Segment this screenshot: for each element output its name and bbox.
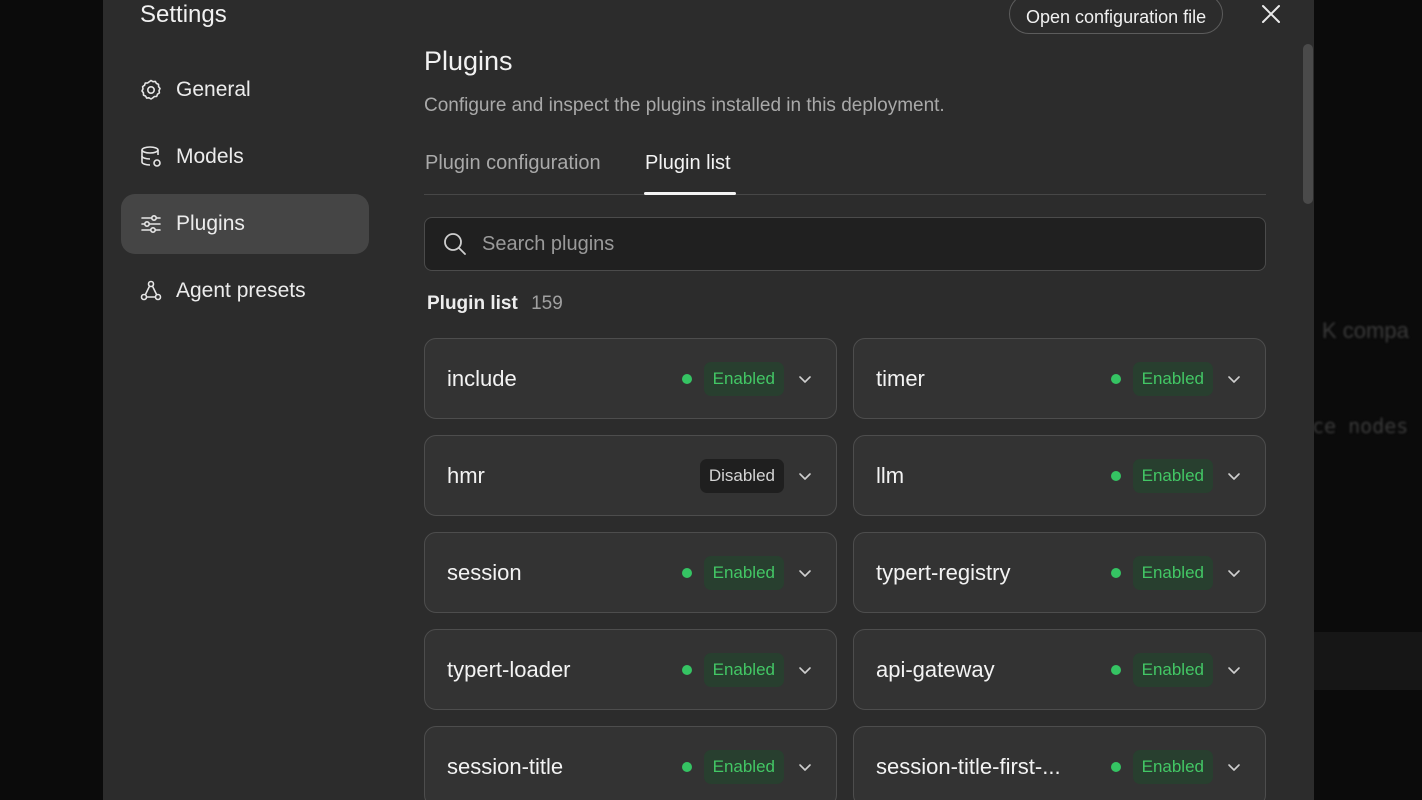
- status-dot: [681, 373, 692, 384]
- sidebar-item-models[interactable]: Models: [121, 127, 369, 187]
- plugin-card[interactable]: timer Enabled: [853, 338, 1266, 419]
- plugin-card[interactable]: include Enabled: [424, 338, 837, 419]
- plugin-count: 159: [531, 293, 563, 314]
- tab-plugin-configuration[interactable]: Plugin configuration: [425, 152, 601, 175]
- plugin-status: Enabled: [1110, 458, 1213, 493]
- status-badge: Disabled: [699, 458, 784, 493]
- plugin-status: Enabled: [1110, 361, 1213, 396]
- plugin-status: Enabled: [1110, 749, 1213, 784]
- chevron-down-icon[interactable]: [796, 467, 814, 485]
- status-badge: Enabled: [703, 652, 784, 687]
- status-badge: Enabled: [1132, 749, 1213, 784]
- close-button[interactable]: [1259, 2, 1283, 26]
- plugin-name: typert-registry: [876, 559, 1011, 585]
- plugin-card[interactable]: typert-loader Enabled: [424, 629, 837, 710]
- database-icon: [139, 145, 163, 169]
- chevron-down-icon[interactable]: [1225, 758, 1243, 776]
- status-dot: [1110, 373, 1121, 384]
- plugin-card[interactable]: session Enabled: [424, 532, 837, 613]
- plugin-status: Enabled: [1110, 652, 1213, 687]
- plugin-status: Enabled: [1110, 555, 1213, 590]
- status-badge: Enabled: [1132, 555, 1213, 590]
- status-badge: Enabled: [1132, 361, 1213, 396]
- gear-icon: [139, 78, 163, 102]
- plugin-name: timer: [876, 365, 925, 391]
- status-dot: [681, 567, 692, 578]
- status-badge: Enabled: [1132, 458, 1213, 493]
- plugin-status: Disabled: [699, 458, 784, 493]
- plugin-status: Enabled: [681, 361, 784, 396]
- plugin-card[interactable]: hmr Disabled: [424, 435, 837, 516]
- tab-bar: Plugin configuration Plugin list: [424, 142, 1266, 195]
- plugin-card[interactable]: typert-registry Enabled: [853, 532, 1266, 613]
- plugin-list-header: Plugin list 159: [427, 293, 563, 315]
- page-title: Plugins: [424, 46, 513, 76]
- settings-modal: Settings Open configuration file General: [103, 0, 1314, 800]
- status-badge: Enabled: [703, 555, 784, 590]
- plugin-name: session-title: [447, 753, 564, 779]
- plugin-card[interactable]: session-title-first-... Enabled: [853, 726, 1266, 800]
- plugin-status: Enabled: [681, 652, 784, 687]
- chevron-down-icon[interactable]: [796, 564, 814, 582]
- tab-plugin-list[interactable]: Plugin list: [645, 152, 731, 175]
- plugin-name: api-gateway: [876, 656, 995, 682]
- plugin-card[interactable]: llm Enabled: [853, 435, 1266, 516]
- chevron-down-icon[interactable]: [1225, 564, 1243, 582]
- sidebar-item-plugins[interactable]: Plugins: [121, 194, 369, 254]
- chevron-down-icon[interactable]: [796, 370, 814, 388]
- close-icon: [1262, 5, 1280, 23]
- agent-nodes-icon: [139, 279, 163, 303]
- sidebar-item-label: Models: [176, 145, 244, 168]
- plugin-card[interactable]: session-title Enabled: [424, 726, 837, 800]
- plugin-status: Enabled: [681, 749, 784, 784]
- sidebar-item-label: Plugins: [176, 212, 245, 235]
- plugin-status: Enabled: [681, 555, 784, 590]
- scrollbar-track[interactable]: [1302, 44, 1314, 800]
- sidebar-item-agent-presets[interactable]: Agent presets: [121, 261, 369, 321]
- sidebar-item-label: General: [176, 78, 251, 101]
- status-badge: Enabled: [703, 361, 784, 396]
- scrollbar-thumb[interactable]: [1303, 44, 1313, 204]
- open-config-file-button[interactable]: Open configuration file: [1009, 0, 1224, 34]
- plugin-name: session: [447, 559, 522, 585]
- search-input[interactable]: [480, 231, 1265, 257]
- status-dot: [1110, 567, 1121, 578]
- search-icon: [442, 231, 468, 257]
- chevron-down-icon[interactable]: [796, 661, 814, 679]
- status-dot: [1110, 761, 1121, 772]
- chevron-down-icon[interactable]: [1225, 661, 1243, 679]
- status-dot: [1110, 470, 1121, 481]
- chevron-down-icon[interactable]: [1225, 467, 1243, 485]
- plugin-name: include: [447, 365, 517, 391]
- status-dot: [681, 664, 692, 675]
- sliders-icon: [139, 212, 163, 236]
- status-badge: Enabled: [1132, 652, 1213, 687]
- page-subtitle: Configure and inspect the plugins instal…: [424, 95, 945, 116]
- plugin-name: llm: [876, 462, 905, 488]
- plugin-name: session-title-first-...: [876, 753, 1061, 779]
- plugin-name: typert-loader: [447, 656, 571, 682]
- status-badge: Enabled: [703, 749, 784, 784]
- active-tab-indicator: [644, 192, 736, 195]
- search-box: [424, 217, 1266, 271]
- background-app-code: ce nodes: [1312, 414, 1409, 438]
- chevron-down-icon[interactable]: [1225, 370, 1243, 388]
- plugin-name: hmr: [447, 462, 485, 488]
- chevron-down-icon[interactable]: [796, 758, 814, 776]
- status-dot: [1110, 664, 1121, 675]
- background-app-text: K compa: [1322, 318, 1409, 343]
- settings-sidebar: General Models Plugins Agent presets: [121, 60, 369, 328]
- modal-title: Settings: [140, 1, 227, 28]
- background-app-bar: [1314, 632, 1422, 690]
- sidebar-item-label: Agent presets: [176, 279, 306, 302]
- plugin-grid: include Enabled timer Enabled hmr Disabled llm…: [424, 338, 1266, 800]
- plugin-list-label: Plugin list: [427, 293, 518, 314]
- status-dot: [681, 761, 692, 772]
- sidebar-item-general[interactable]: General: [121, 60, 369, 120]
- plugin-card[interactable]: api-gateway Enabled: [853, 629, 1266, 710]
